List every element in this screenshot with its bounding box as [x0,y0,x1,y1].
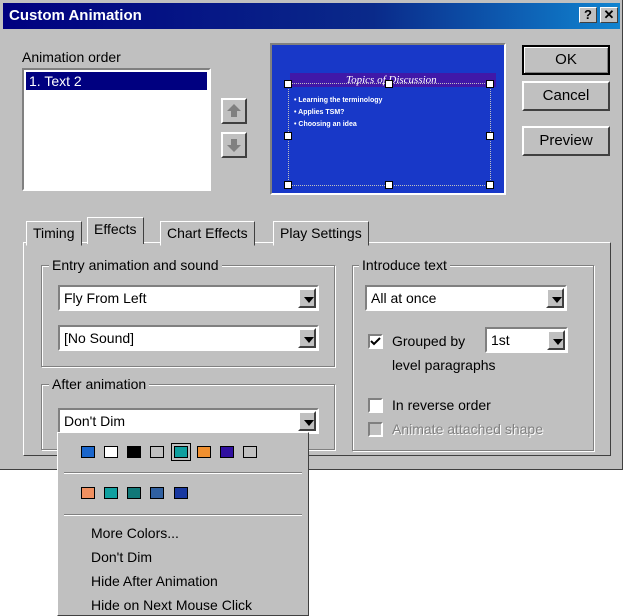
after-animation-dropdown[interactable]: Don't Dim [58,408,319,434]
animation-order-label: Animation order [22,49,121,65]
close-button[interactable]: ✕ [600,7,618,23]
window-title: Custom Animation [9,7,142,24]
after-animation-label: After animation [49,376,150,392]
selection-handle [486,80,494,88]
move-up-button[interactable] [221,98,247,124]
list-item-label: 1. Text 2 [29,73,82,89]
arrow-down-icon [227,139,241,152]
selection-handle [486,132,494,140]
custom-animation-dialog: Custom Animation ? ✕ Animation order 1. … [0,0,623,470]
selection-handle [284,132,292,140]
chevron-down-icon[interactable] [298,288,316,308]
arrow-up-icon [227,104,241,117]
selection-handle [385,181,393,189]
slide-preview: Topics of Discussion • Learning the term… [270,43,506,195]
move-down-button[interactable] [221,132,247,158]
help-button[interactable]: ? [579,7,597,23]
color-swatch[interactable] [150,446,164,458]
after-animation-menu: More Colors... Don't Dim Hide After Anim… [57,432,309,616]
entry-animation-group [41,265,335,367]
level-paragraphs-label: level paragraphs [392,357,496,373]
list-item[interactable]: 1. Text 2 [26,72,207,90]
tab-play-settings[interactable]: Play Settings [273,221,369,246]
entry-effect-value: Fly From Left [64,290,147,306]
color-swatch[interactable] [174,487,188,499]
color-swatch[interactable] [220,446,234,458]
menu-item-hide-on-next-click[interactable]: Hide on Next Mouse Click [91,597,252,613]
menu-separator [64,514,302,516]
menu-separator [64,472,302,474]
menu-item-hide-after-animation[interactable]: Hide After Animation [91,573,218,589]
paragraph-level-dropdown[interactable]: 1st [485,327,568,353]
animate-attached-checkbox[interactable] [368,422,383,437]
menu-item-more-colors[interactable]: More Colors... [91,525,179,541]
selection-handle [486,181,494,189]
menu-item-dont-dim[interactable]: Don't Dim [91,549,152,565]
reverse-order-checkbox[interactable] [368,398,383,413]
paragraph-level-value: 1st [491,332,510,348]
animation-order-list[interactable]: 1. Text 2 [22,68,211,191]
color-swatch-selected[interactable] [174,446,188,458]
ok-button[interactable]: OK [522,45,610,75]
color-swatch[interactable] [243,446,257,458]
chevron-down-icon[interactable] [298,328,316,348]
introduce-text-label: Introduce text [359,257,450,273]
selection-handle [385,80,393,88]
animate-attached-label: Animate attached shape [392,421,543,437]
entry-sound-dropdown[interactable]: [No Sound] [58,325,319,351]
grouped-by-checkbox[interactable] [368,334,383,349]
entry-effect-dropdown[interactable]: Fly From Left [58,285,319,311]
entry-animation-label: Entry animation and sound [49,257,222,273]
selection-handle [284,181,292,189]
after-animation-value: Don't Dim [64,413,126,429]
chevron-down-icon[interactable] [546,288,564,308]
chevron-down-icon[interactable] [547,330,565,350]
title-bar[interactable]: Custom Animation ? ✕ [3,3,620,29]
tab-chart-effects[interactable]: Chart Effects [160,221,255,246]
preview-button[interactable]: Preview [522,126,610,156]
color-swatch[interactable] [104,487,118,499]
tab-timing[interactable]: Timing [26,221,82,246]
color-swatch[interactable] [127,446,141,458]
color-swatch[interactable] [150,487,164,499]
chevron-down-icon[interactable] [298,411,316,431]
introduce-text-value: All at once [371,290,437,306]
color-swatch[interactable] [81,487,95,499]
color-swatch[interactable] [127,487,141,499]
cancel-button[interactable]: Cancel [522,81,610,111]
color-swatch[interactable] [197,446,211,458]
introduce-text-dropdown[interactable]: All at once [365,285,567,311]
color-swatch[interactable] [81,446,95,458]
selection-handle [284,80,292,88]
entry-sound-value: [No Sound] [64,330,135,346]
slide-bullets: • Learning the terminology • Applies TSM… [294,97,383,128]
color-swatch[interactable] [104,446,118,458]
reverse-order-label: In reverse order [392,397,491,413]
checkmark-icon [370,337,381,346]
grouped-by-label: Grouped by [392,333,466,349]
tab-effects[interactable]: Effects [87,217,144,244]
